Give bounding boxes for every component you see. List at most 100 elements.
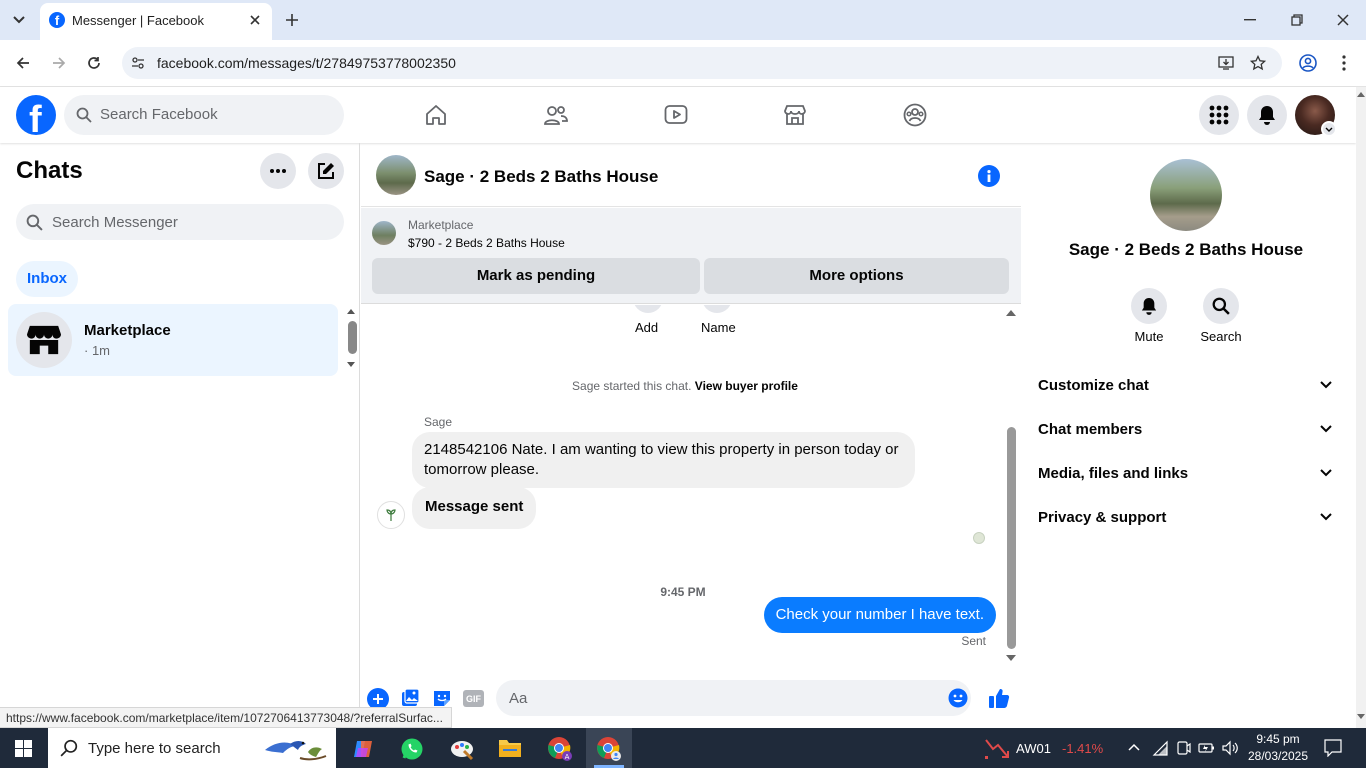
- message-scrollbar[interactable]: [1007, 427, 1016, 649]
- tab-title: Messenger | Facebook: [72, 13, 204, 28]
- clock-time[interactable]: 9:45 pm: [1246, 732, 1310, 746]
- mute-button[interactable]: [1131, 288, 1167, 324]
- search-in-conversation-button[interactable]: [1203, 288, 1239, 324]
- account-chevron-down-icon[interactable]: [1321, 121, 1337, 137]
- omnibox[interactable]: facebook.com/messages/t/2784975377800235…: [122, 47, 1282, 79]
- chat-list-scroll-down[interactable]: [347, 362, 355, 368]
- nav-home-icon[interactable]: [423, 102, 449, 128]
- facebook-favicon-icon: f: [49, 12, 65, 28]
- message-scroll-up[interactable]: [1006, 309, 1016, 316]
- message-input-placeholder: Aa: [509, 690, 528, 707]
- facebook-search-placeholder: Search Facebook: [100, 106, 218, 123]
- chat-list-item[interactable]: Marketplace · 1m: [8, 304, 338, 376]
- chrome-active-taskbar-item[interactable]: [586, 728, 632, 768]
- more-options-button[interactable]: More options: [704, 258, 1009, 294]
- like-thumbs-up-icon[interactable]: [988, 687, 1010, 709]
- more-dots-icon: [270, 169, 286, 173]
- forward-icon[interactable]: [48, 52, 70, 74]
- section-label: Chat members: [1038, 421, 1143, 438]
- conversation-info-icon[interactable]: [978, 165, 1000, 187]
- chat-item-name: Marketplace: [84, 322, 171, 339]
- section-chat-members[interactable]: Chat members: [1030, 409, 1350, 449]
- listing-title[interactable]: $790 - 2 Beds 2 Baths House: [408, 236, 565, 250]
- facebook-search-input[interactable]: Search Facebook: [64, 95, 344, 135]
- chats-panel: Chats Search Messenger Inbox Marketplace…: [0, 143, 360, 728]
- wifi-icon[interactable]: [1152, 740, 1168, 756]
- close-window-icon[interactable]: [1333, 10, 1353, 30]
- section-customize-chat[interactable]: Customize chat: [1030, 365, 1350, 405]
- chrome-profile-a-icon[interactable]: A: [547, 736, 573, 762]
- message-scroll-down[interactable]: [1006, 655, 1016, 662]
- add-contact-button[interactable]: [633, 305, 663, 313]
- nav-marketplace-icon[interactable]: [781, 102, 809, 128]
- section-privacy-support[interactable]: Privacy & support: [1030, 497, 1350, 537]
- chat-list-scroll-up[interactable]: [347, 308, 355, 314]
- meet-now-icon[interactable]: [1175, 740, 1191, 756]
- conversation-avatar[interactable]: [376, 155, 416, 195]
- incoming-message[interactable]: 2148542106 Nate. I am wanting to view th…: [412, 432, 915, 488]
- mark-pending-button[interactable]: Mark as pending: [372, 258, 700, 294]
- bird-illustration-icon: [260, 730, 334, 766]
- chats-title: Chats: [16, 157, 83, 184]
- browser-menu-icon[interactable]: [1334, 52, 1354, 74]
- tab-close-icon[interactable]: [246, 11, 264, 29]
- outgoing-message[interactable]: Check your number I have text.: [763, 597, 996, 633]
- install-app-icon[interactable]: [1216, 53, 1236, 73]
- sender-avatar[interactable]: [377, 501, 405, 529]
- incoming-message[interactable]: Message sent: [412, 487, 537, 529]
- reload-icon[interactable]: [83, 52, 105, 74]
- new-tab-icon[interactable]: [282, 10, 302, 30]
- stock-chart-icon: [984, 738, 1010, 760]
- stock-name[interactable]: AW01: [1016, 741, 1051, 756]
- chats-options-button[interactable]: [260, 153, 296, 189]
- listing-thumbnail[interactable]: [372, 221, 396, 245]
- chat-started-text: Sage started this chat.: [572, 379, 692, 393]
- chevron-down-icon: [1320, 425, 1332, 433]
- messenger-search-input[interactable]: Search Messenger: [16, 204, 344, 240]
- conversation-panel: Sage · 2 Beds 2 Baths House Marketplace …: [361, 143, 1021, 728]
- section-media-files-links[interactable]: Media, files and links: [1030, 453, 1350, 493]
- bookmark-star-icon[interactable]: [1248, 53, 1268, 73]
- view-buyer-profile-link[interactable]: View buyer profile: [695, 379, 798, 393]
- whatsapp-icon[interactable]: [400, 737, 424, 761]
- nav-groups-icon[interactable]: [901, 102, 929, 128]
- site-info-icon[interactable]: [128, 53, 148, 73]
- attach-photo-icon[interactable]: [400, 688, 420, 708]
- new-message-button[interactable]: [308, 153, 344, 189]
- chat-list-scrollbar[interactable]: [348, 321, 357, 354]
- minimize-icon[interactable]: [1240, 10, 1260, 30]
- nav-friends-icon[interactable]: [542, 102, 570, 128]
- sticker-icon[interactable]: [432, 688, 452, 708]
- tray-chevron-up-icon[interactable]: [1128, 743, 1140, 751]
- chat-details-panel: Sage · 2 Beds 2 Baths House Mute Search …: [1022, 143, 1356, 728]
- tab-search-chevron-icon[interactable]: [8, 9, 30, 31]
- section-label: Customize chat: [1038, 377, 1149, 394]
- message-list: Add Name Sage started this chat. View bu…: [361, 305, 1009, 665]
- gif-icon[interactable]: GIF: [463, 690, 484, 707]
- message-input[interactable]: Aa: [496, 680, 971, 716]
- details-avatar[interactable]: [1150, 159, 1222, 231]
- notifications-button[interactable]: [1247, 95, 1287, 135]
- restore-icon[interactable]: [1287, 10, 1307, 30]
- inbox-tab[interactable]: Inbox: [16, 261, 78, 297]
- taskbar-search-box[interactable]: Type here to search: [48, 728, 336, 768]
- file-explorer-icon[interactable]: [498, 737, 522, 759]
- windows-start-icon[interactable]: [15, 740, 32, 757]
- copilot-icon[interactable]: [352, 738, 374, 760]
- battery-icon[interactable]: [1198, 740, 1216, 756]
- page-scrollbar[interactable]: [1356, 87, 1366, 728]
- paint-app-icon[interactable]: [450, 737, 474, 761]
- emoji-icon[interactable]: [948, 688, 968, 708]
- menu-grid-button[interactable]: [1199, 95, 1239, 135]
- facebook-logo-icon[interactable]: f: [16, 95, 56, 135]
- conversation-title[interactable]: Sage · 2 Beds 2 Baths House: [424, 167, 658, 187]
- nav-video-icon[interactable]: [662, 102, 690, 128]
- volume-icon[interactable]: [1222, 740, 1240, 756]
- chat-start-notice: Sage started this chat. View buyer profi…: [361, 379, 1009, 393]
- clock-date[interactable]: 28/03/2025: [1242, 749, 1314, 763]
- browser-tab[interactable]: f Messenger | Facebook: [40, 3, 272, 40]
- notification-center-icon[interactable]: [1324, 739, 1342, 757]
- name-contact-button[interactable]: [702, 305, 732, 313]
- back-icon[interactable]: [12, 52, 34, 74]
- profile-icon[interactable]: [1297, 52, 1319, 74]
